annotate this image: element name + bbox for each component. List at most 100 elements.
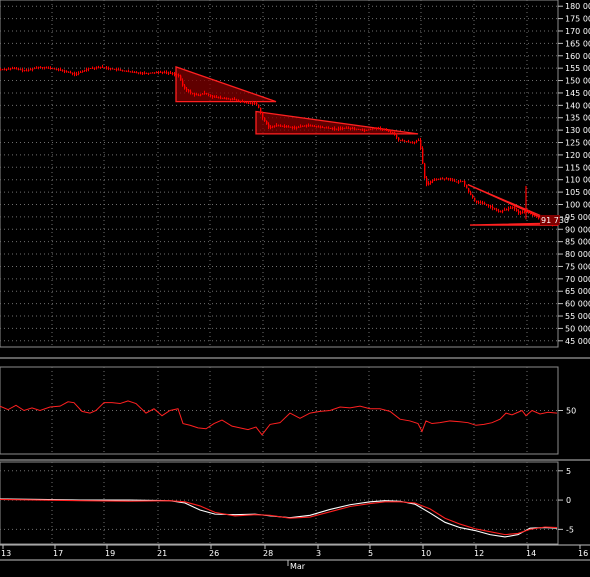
candle-body <box>428 183 430 185</box>
candle-body <box>28 69 30 71</box>
candle-body <box>268 124 270 128</box>
candle-body <box>48 67 50 69</box>
candle-body <box>300 126 302 128</box>
candle-body <box>6 68 8 70</box>
date-tick-label: 3 <box>316 549 321 558</box>
date-tick-label: 17 <box>53 549 63 558</box>
price-tick-label: 55 000 <box>565 312 590 321</box>
candle-body <box>326 127 328 129</box>
candle-body <box>344 127 346 129</box>
candle-body <box>46 67 48 69</box>
candle-body <box>116 69 118 71</box>
candle-body <box>518 211 520 214</box>
candle-body <box>214 96 216 98</box>
candle-body <box>360 129 362 131</box>
candle-body <box>290 126 292 128</box>
candle-body <box>10 68 12 70</box>
macd-tick-label: 5 <box>566 467 571 476</box>
candle-body <box>502 210 504 212</box>
candle-body <box>94 67 96 69</box>
candle-body <box>174 73 176 75</box>
date-tick-label: 26 <box>209 549 219 558</box>
candle-body <box>408 141 410 143</box>
candle-body <box>314 126 316 128</box>
candle-body <box>206 92 208 94</box>
candle-body <box>168 72 170 74</box>
candle-body <box>246 102 248 104</box>
candle-body <box>242 101 244 103</box>
candle-body <box>436 179 438 181</box>
candle-body <box>504 209 506 211</box>
candle-body <box>210 94 212 96</box>
candle-body <box>218 97 220 99</box>
candle-body <box>228 98 230 100</box>
candle-body <box>20 69 22 71</box>
candle-body <box>516 209 518 212</box>
macd-tick-label: -5 <box>566 525 574 534</box>
price-tick-label: 125 000 <box>565 139 590 148</box>
candle-body <box>452 179 454 181</box>
candle-body <box>380 128 382 130</box>
candle-body <box>234 99 236 101</box>
price-tick-label: 175 000 <box>565 15 590 24</box>
price-tick-label: 90 000 <box>565 225 590 234</box>
candle-body <box>52 68 54 70</box>
price-tick-label: 100 000 <box>565 200 590 209</box>
candle-body <box>334 128 336 130</box>
candle-body <box>424 163 426 179</box>
price-tick-label: 45 000 <box>565 337 590 346</box>
candle-body <box>26 70 28 72</box>
candle-body <box>36 67 38 69</box>
price-tick-label: 75 000 <box>565 262 590 271</box>
candle-body <box>140 72 142 74</box>
candle-body <box>492 206 494 209</box>
candle-body <box>336 128 338 130</box>
candle-body <box>34 68 36 70</box>
candle-body <box>226 98 228 100</box>
candle-body <box>220 97 222 99</box>
candle-body <box>402 140 404 142</box>
candle-body <box>212 95 214 97</box>
candle-body <box>284 126 286 128</box>
candle-body <box>372 128 374 130</box>
candle-body <box>466 184 468 189</box>
candle-body <box>296 127 298 129</box>
candle-body <box>282 125 284 127</box>
candle-body <box>16 68 18 70</box>
candle-body <box>470 192 472 195</box>
candle-body <box>184 85 186 89</box>
candle-body <box>124 70 126 72</box>
candle-body <box>514 206 516 210</box>
candle-body <box>50 67 52 69</box>
candle-body <box>248 102 250 104</box>
date-tick-label: 28 <box>263 549 273 558</box>
candle-body <box>120 69 122 71</box>
date-tick-label: 5 <box>368 549 373 558</box>
candle-body <box>38 66 40 68</box>
candle-body <box>144 72 146 74</box>
candle-body <box>362 129 364 131</box>
candle-body <box>186 88 188 91</box>
candle-body <box>192 92 194 94</box>
candle-body <box>102 66 104 68</box>
candle-body <box>14 68 16 70</box>
candle-body <box>444 178 446 180</box>
candle-body <box>304 125 306 127</box>
candle-body <box>530 212 532 215</box>
candle-body <box>208 93 210 95</box>
candle-body <box>58 69 60 71</box>
current-price-label: 91 730 <box>541 216 569 225</box>
candle-body <box>54 68 56 70</box>
candle-body <box>512 206 514 208</box>
candle-body <box>332 128 334 130</box>
candle-body <box>330 128 332 130</box>
candle-body <box>216 96 218 98</box>
candle-body <box>532 214 534 216</box>
price-tick-label: 70 000 <box>565 275 590 284</box>
candle-body <box>80 71 82 73</box>
candle-body <box>266 121 268 125</box>
candle-body <box>160 71 162 73</box>
candle-body <box>374 127 376 129</box>
candle-body <box>78 72 80 74</box>
candle-body <box>66 71 68 73</box>
